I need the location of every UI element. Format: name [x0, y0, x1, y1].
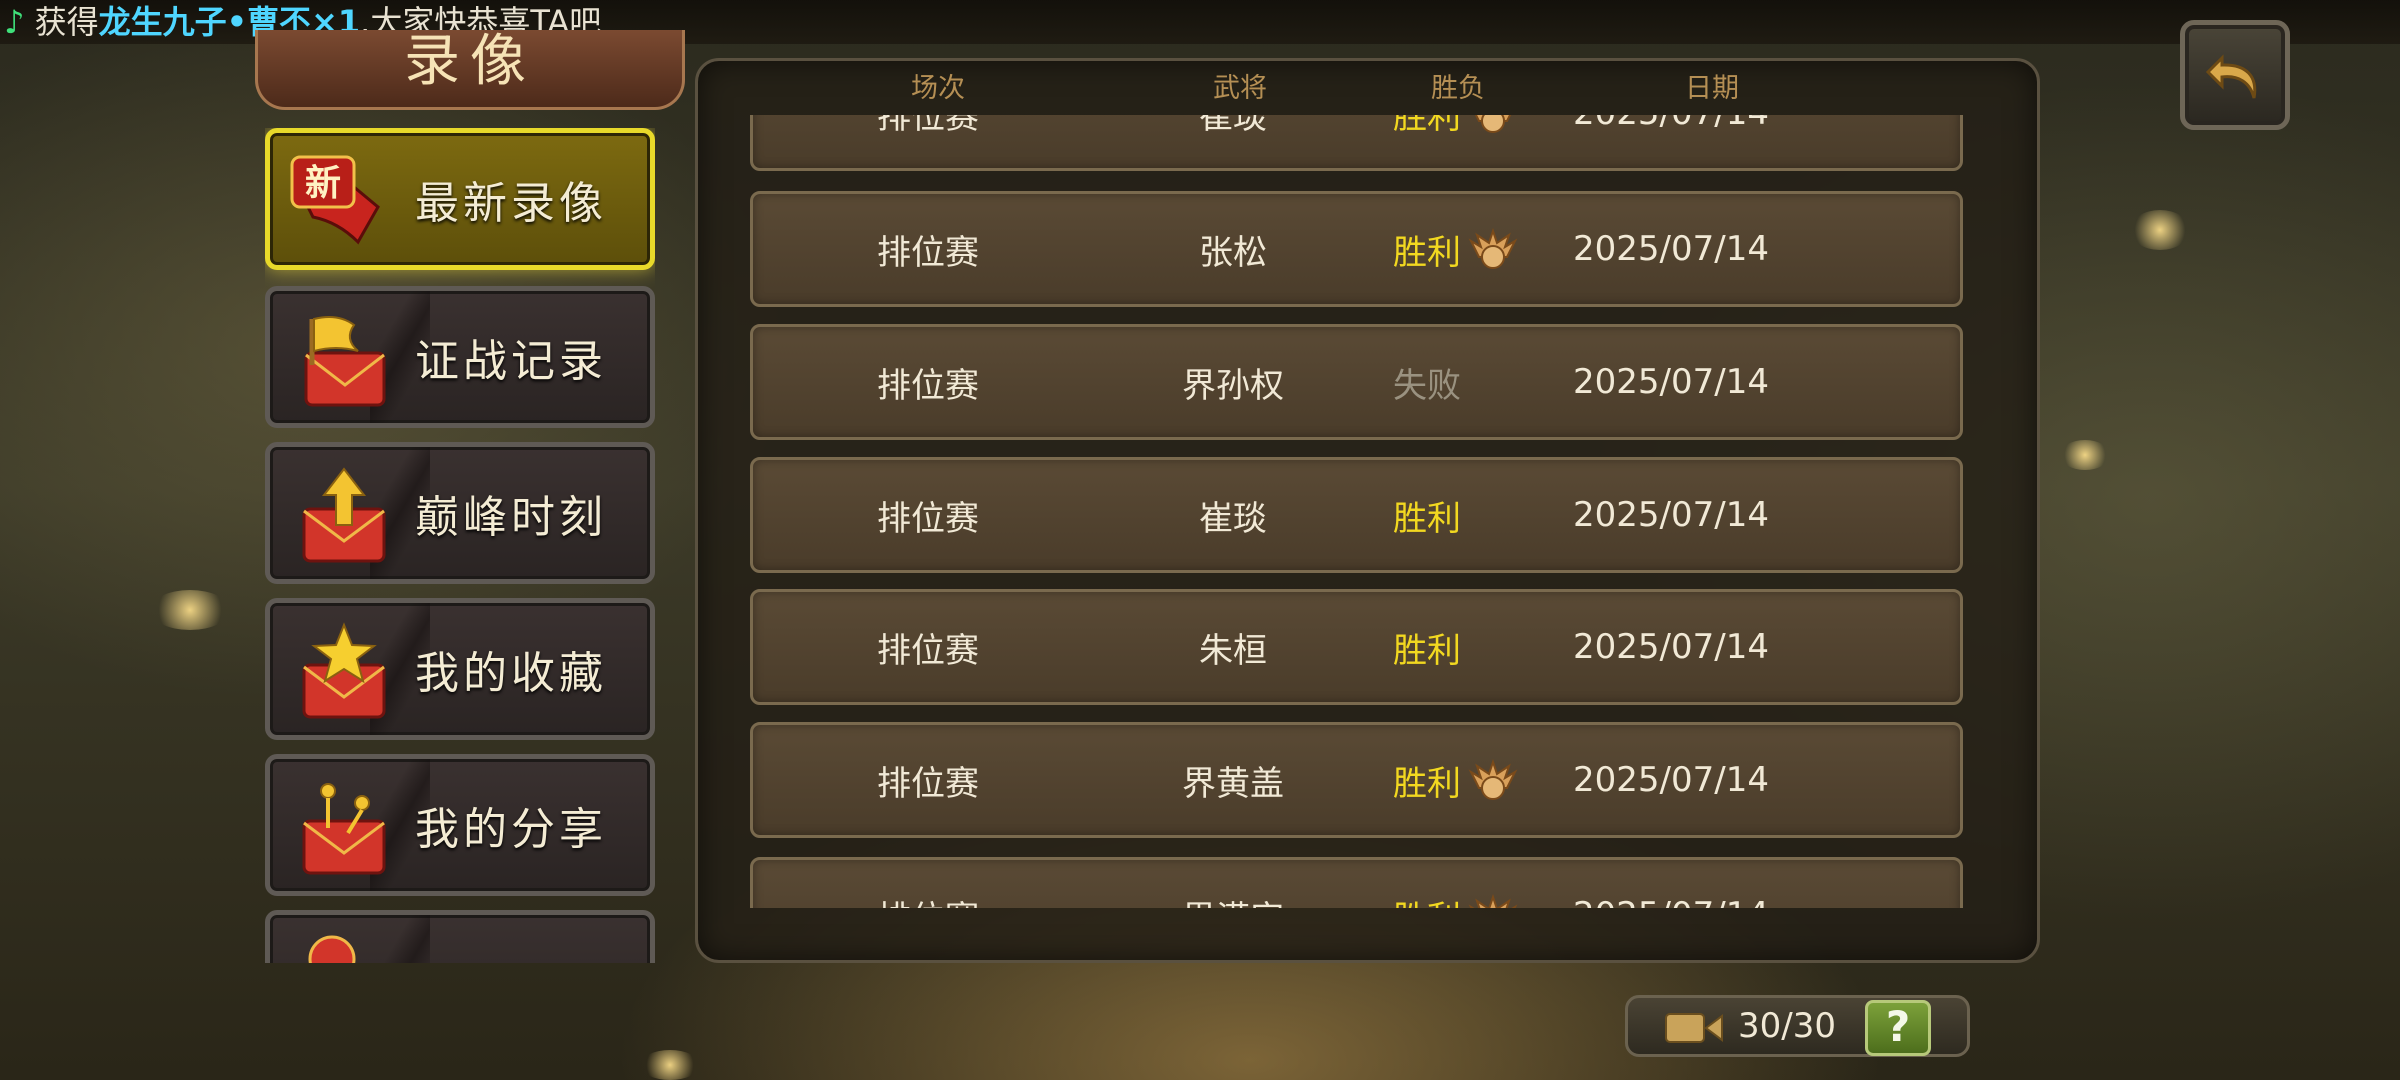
- general-name: 界黄盖: [1182, 763, 1284, 804]
- match-result: 胜利: [1393, 592, 1553, 702]
- menu-label: 我的分享: [415, 804, 607, 855]
- back-button[interactable]: [2180, 20, 2290, 130]
- match-date: 2025/07/14: [1573, 362, 1769, 402]
- column-header-match-type: 场次: [911, 73, 965, 104]
- envelope-icon: [308, 935, 356, 963]
- replay-row[interactable]: 排位赛 界孙权 失败 2025/07/14: [750, 324, 1963, 440]
- arrow-envelope-icon: [302, 467, 386, 563]
- general-name: 张松: [1199, 232, 1267, 273]
- match-result: 胜利: [1393, 115, 1553, 168]
- match-type: 排位赛: [877, 763, 979, 804]
- general-name: 朱桓: [1199, 630, 1267, 671]
- match-type: 排位赛: [877, 232, 979, 273]
- column-header-result: 胜负: [1431, 73, 1485, 104]
- replay-row[interactable]: 排位赛 崔琰 胜利 2025/07/14: [750, 457, 1963, 573]
- menu-item-my-shares[interactable]: 我的分享: [265, 754, 655, 896]
- match-result: 胜利: [1393, 460, 1553, 570]
- svg-text:新: 新: [305, 162, 341, 204]
- result-text: 胜利: [1393, 498, 1461, 539]
- general-name: 崔琰: [1199, 498, 1267, 539]
- match-result: 胜利: [1393, 194, 1553, 304]
- match-type: 排位赛: [877, 498, 979, 539]
- page-title: 录像: [255, 30, 685, 110]
- replay-count: 30/30: [1738, 1006, 1836, 1046]
- menu-item-my-favorites[interactable]: 我的收藏: [265, 598, 655, 740]
- match-result: 失败: [1393, 327, 1553, 437]
- light-glint: [150, 590, 230, 630]
- menu-item-more[interactable]: [265, 910, 655, 963]
- light-glint: [640, 1050, 700, 1080]
- medal-icon: [1468, 227, 1518, 269]
- light-glint: [2060, 440, 2110, 470]
- result-text: 胜利: [1393, 115, 1461, 137]
- replay-row[interactable]: 排位赛 崔琰 胜利 2025/07/14: [750, 115, 1963, 171]
- result-text: 胜利: [1393, 630, 1461, 671]
- column-header-general: 武将: [1213, 73, 1267, 104]
- match-result: 胜利: [1393, 725, 1553, 835]
- replay-row[interactable]: 排位赛 朱桓 胜利 2025/07/14: [750, 589, 1963, 705]
- share-envelope-icon: [302, 783, 386, 875]
- video-camera-icon: [1665, 1013, 1723, 1043]
- broadcast-icon: ♪: [4, 3, 25, 41]
- match-type: 排位赛: [877, 365, 979, 406]
- result-text: 胜利: [1393, 891, 1461, 909]
- broadcast-prefix: 获得: [34, 3, 99, 41]
- general-name: 界满宠: [1113, 860, 1353, 909]
- match-date: 2025/07/14: [1573, 760, 1769, 800]
- result-text: 失败: [1393, 365, 1461, 406]
- medal-icon: [1474, 115, 1512, 133]
- sidebar-menu: 新 最新录像 证战记录 巅峰时刻 我的收藏 我的分享: [265, 128, 655, 963]
- replay-list[interactable]: 排位赛 崔琰 胜利 2025/07/14 排位赛 张松 胜利 2025/07/1…: [750, 115, 1963, 908]
- flag-envelope-icon: [304, 316, 386, 407]
- menu-label: 我的收藏: [415, 648, 607, 699]
- match-type: 排位赛: [823, 860, 1033, 909]
- page-title-text: 录像: [404, 30, 536, 94]
- match-date: 2025/07/14: [1573, 627, 1769, 667]
- replay-row[interactable]: 排位赛 界满宠 胜利 2025/07/14: [750, 857, 1963, 908]
- medal-icon: [1468, 893, 1518, 908]
- medal-icon: [1468, 758, 1518, 800]
- column-header-date: 日期: [1685, 73, 1739, 104]
- replay-row[interactable]: 排位赛 张松 胜利 2025/07/14: [750, 191, 1963, 307]
- help-button[interactable]: ?: [1865, 1000, 1931, 1056]
- star-envelope-icon: [302, 622, 386, 719]
- result-text: 胜利: [1393, 763, 1461, 804]
- match-date: 2025/07/14: [1573, 229, 1769, 269]
- menu-item-battle-records[interactable]: 证战记录: [265, 286, 655, 428]
- general-name: 崔琰: [1199, 115, 1267, 137]
- match-type: 排位赛: [877, 630, 979, 671]
- match-type: 排位赛: [877, 115, 979, 137]
- match-date: 2025/07/14: [1573, 860, 1813, 908]
- menu-label: 证战记录: [415, 336, 607, 387]
- general-name: 界孙权: [1182, 365, 1284, 406]
- match-result: 胜利: [1393, 860, 1553, 908]
- replay-row[interactable]: 排位赛 界黄盖 胜利 2025/07/14: [750, 722, 1963, 838]
- return-arrow-icon: [2205, 54, 2257, 99]
- menu-item-latest-replays[interactable]: 新 最新录像: [265, 128, 655, 270]
- light-glint: [2130, 210, 2190, 250]
- menu-label: 最新录像: [415, 178, 607, 229]
- menu-item-peak-moments[interactable]: 巅峰时刻: [265, 442, 655, 584]
- result-text: 胜利: [1393, 232, 1461, 273]
- new-scroll-icon: 新: [290, 155, 380, 245]
- replay-counter: 30/30 ?: [1625, 995, 1970, 1057]
- match-date: 2025/07/14: [1573, 115, 1813, 168]
- menu-label: 巅峰时刻: [415, 492, 607, 543]
- match-date: 2025/07/14: [1573, 495, 1769, 535]
